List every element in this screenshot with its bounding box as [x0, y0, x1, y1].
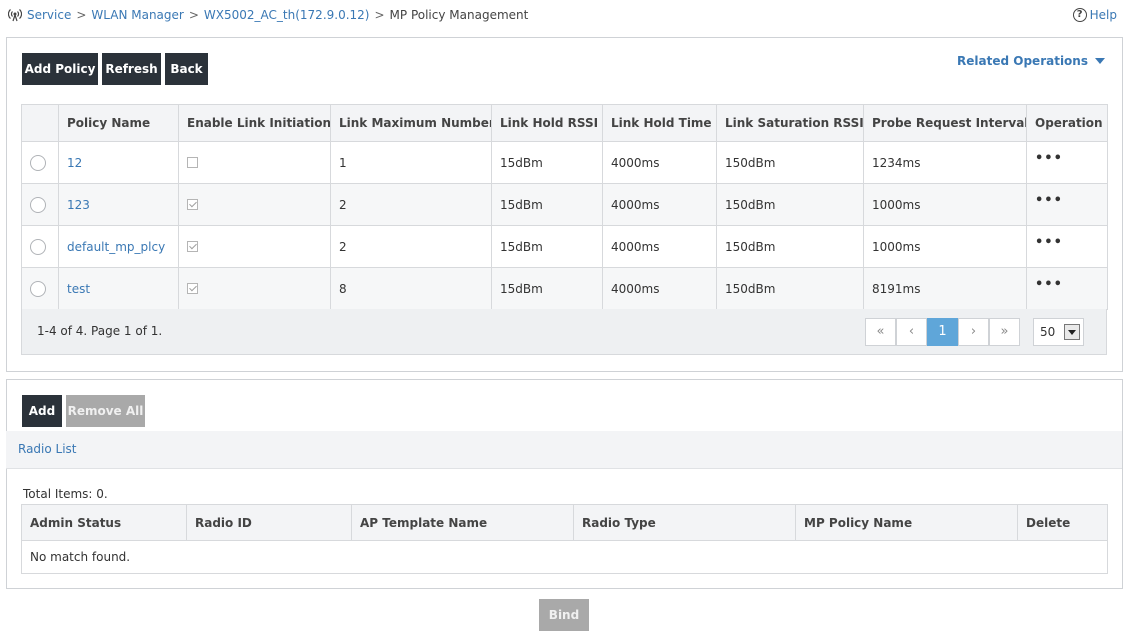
- link-hold-rssi-cell: 15dBm: [491, 141, 603, 184]
- breadcrumb-device[interactable]: WX5002_AC_th(172.9.0.12): [204, 8, 370, 22]
- pagination-bar: 1-4 of 4. Page 1 of 1. « ‹ 1 › » 50: [21, 309, 1107, 355]
- row-select-radio[interactable]: [30, 154, 46, 171]
- column-header[interactable]: Delete: [1017, 504, 1108, 541]
- breadcrumb-separator: >: [76, 8, 87, 22]
- enable-link-initiation-checkbox: [187, 157, 198, 168]
- breadcrumb-service[interactable]: Service: [27, 8, 71, 22]
- enable-link-initiation-checkbox: [187, 241, 198, 252]
- help-label: Help: [1089, 8, 1117, 22]
- probe-interval-cell: 1000ms: [863, 183, 1027, 226]
- column-header[interactable]: Link Saturation RSSI: [716, 104, 864, 142]
- table-row: test 8 15dBm 4000ms 150dBm 8191ms •••: [21, 267, 1108, 310]
- row-select-radio[interactable]: [30, 238, 46, 255]
- remove-all-button[interactable]: Remove All: [66, 395, 145, 427]
- next-page-button[interactable]: ›: [958, 318, 989, 346]
- column-header[interactable]: Operation: [1026, 104, 1108, 142]
- column-header[interactable]: Link Maximum Number: [330, 104, 492, 142]
- more-options-icon[interactable]: •••: [1035, 151, 1063, 166]
- link-saturation-rssi-cell: 150dBm: [716, 267, 864, 310]
- link-max-cell: 8: [330, 267, 492, 310]
- link-saturation-rssi-cell: 150dBm: [716, 183, 864, 226]
- empty-message: No match found.: [21, 540, 1108, 574]
- radio-list-title[interactable]: Radio List: [18, 442, 77, 456]
- probe-interval-cell: 1000ms: [863, 225, 1027, 268]
- breadcrumb: Service > WLAN Manager > WX5002_AC_th(17…: [8, 6, 528, 24]
- table-row: 12 1 15dBm 4000ms 150dBm 1234ms •••: [21, 141, 1108, 184]
- link-saturation-rssi-cell: 150dBm: [716, 225, 864, 268]
- add-radio-button[interactable]: Add: [22, 395, 62, 427]
- row-select-radio[interactable]: [30, 196, 46, 213]
- column-header[interactable]: MP Policy Name: [795, 504, 1018, 541]
- help-circle-icon: ?: [1072, 8, 1087, 22]
- column-header[interactable]: Radio Type: [573, 504, 796, 541]
- page-size-select[interactable]: 50: [1033, 318, 1084, 346]
- enable-link-initiation-checkbox: [187, 199, 198, 210]
- select-column-header: [21, 104, 59, 142]
- add-policy-button[interactable]: Add Policy: [22, 53, 98, 85]
- column-header[interactable]: Link Hold Time: [602, 104, 717, 142]
- wireless-signal-icon: [8, 9, 22, 22]
- link-hold-rssi-cell: 15dBm: [491, 183, 603, 226]
- refresh-button[interactable]: Refresh: [102, 53, 161, 85]
- last-page-button[interactable]: »: [989, 318, 1020, 346]
- link-max-cell: 2: [330, 225, 492, 268]
- column-header[interactable]: Probe Request Interval: [863, 104, 1027, 142]
- first-page-button[interactable]: «: [865, 318, 896, 346]
- link-saturation-rssi-cell: 150dBm: [716, 141, 864, 184]
- link-hold-time-cell: 4000ms: [602, 183, 717, 226]
- probe-interval-cell: 1234ms: [863, 141, 1027, 184]
- link-hold-time-cell: 4000ms: [602, 267, 717, 310]
- table-row: default_mp_plcy 2 15dBm 4000ms 150dBm 10…: [21, 225, 1108, 268]
- probe-interval-cell: 8191ms: [863, 267, 1027, 310]
- breadcrumb-separator: >: [188, 8, 199, 22]
- related-operations-label: Related Operations: [957, 54, 1088, 68]
- prev-page-button[interactable]: ‹: [896, 318, 927, 346]
- policy-name-link[interactable]: 123: [58, 183, 179, 226]
- more-options-icon[interactable]: •••: [1035, 277, 1063, 292]
- column-header[interactable]: Radio ID: [186, 504, 352, 541]
- radio-table: Admin Status Radio ID AP Template Name R…: [21, 504, 1108, 574]
- column-header[interactable]: AP Template Name: [351, 504, 574, 541]
- total-items: Total Items: 0.: [23, 487, 108, 501]
- link-hold-rssi-cell: 15dBm: [491, 267, 603, 310]
- link-hold-time-cell: 4000ms: [602, 141, 717, 184]
- breadcrumb-wlan-manager[interactable]: WLAN Manager: [91, 8, 183, 22]
- table-header-row: Policy Name Enable Link Initiation Link …: [21, 104, 1108, 142]
- column-header[interactable]: Admin Status: [21, 504, 187, 541]
- column-header[interactable]: Policy Name: [58, 104, 179, 142]
- row-select-radio[interactable]: [30, 280, 46, 297]
- pagination-info: 1-4 of 4. Page 1 of 1.: [37, 324, 163, 338]
- page-size-value: 50: [1040, 325, 1056, 339]
- link-max-cell: 1: [330, 141, 492, 184]
- enable-link-initiation-checkbox: [187, 283, 198, 294]
- link-hold-rssi-cell: 15dBm: [491, 225, 603, 268]
- more-options-icon[interactable]: •••: [1035, 235, 1063, 250]
- table-row: No match found.: [21, 540, 1108, 574]
- back-button[interactable]: Back: [165, 53, 208, 85]
- breadcrumb-current: MP Policy Management: [389, 8, 529, 22]
- breadcrumb-separator: >: [374, 8, 385, 22]
- policy-name-link[interactable]: 12: [58, 141, 179, 184]
- column-header[interactable]: Enable Link Initiation: [178, 104, 331, 142]
- bind-button[interactable]: Bind: [539, 599, 589, 631]
- chevron-down-icon[interactable]: [1064, 324, 1080, 340]
- table-header-row: Admin Status Radio ID AP Template Name R…: [21, 504, 1108, 541]
- column-header[interactable]: Link Hold RSSI: [491, 104, 603, 142]
- policy-name-link[interactable]: default_mp_plcy: [58, 225, 179, 268]
- triangle-down-icon: [1095, 58, 1105, 64]
- table-row: 123 2 15dBm 4000ms 150dBm 1000ms •••: [21, 183, 1108, 226]
- page-1-button[interactable]: 1: [927, 318, 958, 346]
- link-max-cell: 2: [330, 183, 492, 226]
- policy-table: Policy Name Enable Link Initiation Link …: [21, 104, 1108, 310]
- link-hold-time-cell: 4000ms: [602, 225, 717, 268]
- more-options-icon[interactable]: •••: [1035, 193, 1063, 208]
- related-operations-menu[interactable]: Related Operations: [957, 54, 1105, 68]
- policy-name-link[interactable]: test: [58, 267, 179, 310]
- help-link[interactable]: ? Help: [1072, 6, 1117, 24]
- radio-list-header: Radio List: [6, 431, 1122, 469]
